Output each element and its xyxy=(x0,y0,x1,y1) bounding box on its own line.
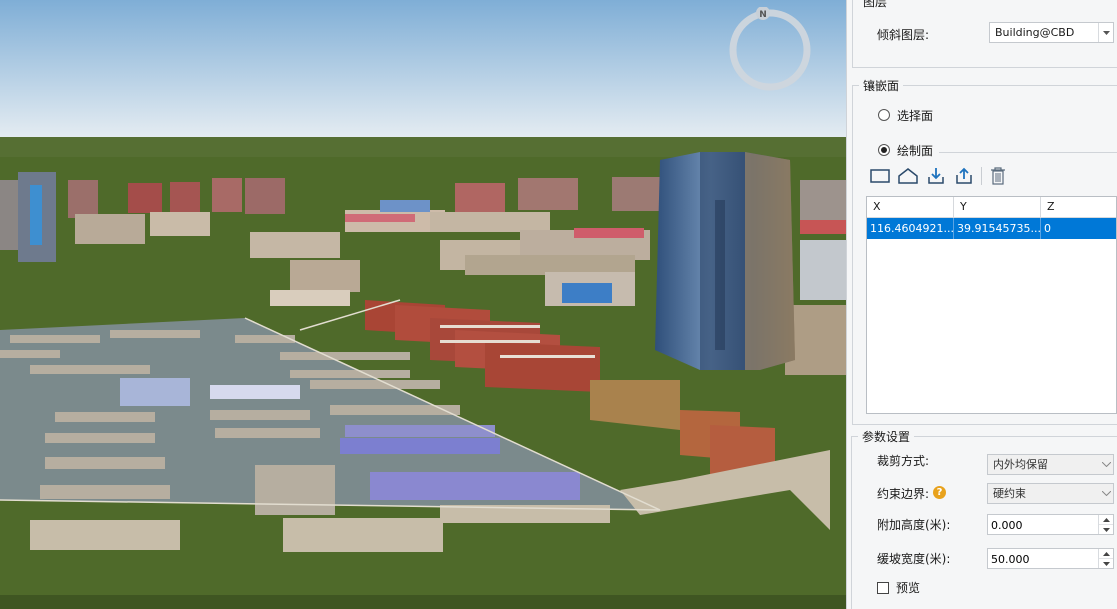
preview-label: 预览 xyxy=(896,581,921,595)
decrement-button[interactable] xyxy=(1099,525,1113,534)
inlay-face-group-title: 镶嵌面 xyxy=(859,77,904,94)
vertex-coordinates-table[interactable]: X Y Z 116.4604921... 39.91545735... 0 xyxy=(866,196,1117,414)
slope-width-label: 缓坡宽度(米): xyxy=(877,552,951,566)
rectangle-icon xyxy=(870,169,890,183)
chevron-down-icon[interactable] xyxy=(1099,455,1113,474)
column-header-x[interactable]: X xyxy=(867,197,954,217)
tall-tower xyxy=(655,152,795,370)
draw-rectangle-button[interactable] xyxy=(868,164,892,188)
3d-scene-viewport[interactable]: N xyxy=(0,0,846,609)
clip-mode-select[interactable]: 内外均保留 xyxy=(987,454,1114,475)
params-group-title: 参数设置 xyxy=(858,428,915,445)
import-button[interactable] xyxy=(924,164,948,188)
oblique-layer-label: 倾斜图层: xyxy=(877,28,930,42)
polygon-icon xyxy=(898,168,918,184)
extra-height-input[interactable] xyxy=(988,515,1098,536)
column-header-y[interactable]: Y xyxy=(954,197,1041,217)
column-header-z[interactable]: Z xyxy=(1041,197,1117,217)
chevron-down-icon[interactable] xyxy=(1098,23,1113,42)
compass-ring-icon: N xyxy=(729,7,811,91)
slope-width-spinbox[interactable] xyxy=(987,548,1114,570)
layer-group-title: 图层 xyxy=(859,0,892,10)
export-button[interactable] xyxy=(952,164,976,188)
constraint-select[interactable]: 硬约束 xyxy=(987,483,1114,504)
select-face-label: 选择面 xyxy=(897,109,934,123)
constraint-label: 约束边界: xyxy=(877,487,930,501)
draw-polygon-button[interactable] xyxy=(896,164,920,188)
scene-canvas xyxy=(0,0,846,609)
slope-width-input[interactable] xyxy=(988,549,1098,570)
import-icon xyxy=(928,168,944,184)
delete-icon xyxy=(991,167,1005,185)
compass-north-label: N xyxy=(759,10,767,20)
draw-face-label: 绘制面 xyxy=(897,144,934,158)
triangle-up-icon xyxy=(1102,517,1110,522)
extra-height-spinbox[interactable] xyxy=(987,514,1114,536)
triangle-down-icon xyxy=(1102,561,1110,566)
draw-face-radio[interactable] xyxy=(878,144,890,156)
increment-button[interactable] xyxy=(1099,549,1113,559)
oblique-layer-value: Building@CBD xyxy=(995,26,1075,39)
decrement-button[interactable] xyxy=(1099,559,1113,568)
triangle-up-icon xyxy=(1102,551,1110,556)
constraint-value: 硬约束 xyxy=(993,487,1026,500)
increment-button[interactable] xyxy=(1099,515,1113,525)
sky xyxy=(0,0,846,140)
triangle-down-icon xyxy=(1102,527,1110,532)
clip-mode-value: 内外均保留 xyxy=(993,458,1048,471)
compass-widget[interactable]: N xyxy=(727,7,813,93)
cell-y[interactable]: 39.91545735... xyxy=(954,218,1041,239)
preview-checkbox[interactable] xyxy=(877,582,889,594)
extra-height-label: 附加高度(米): xyxy=(877,518,951,532)
help-icon[interactable]: ? xyxy=(933,486,946,499)
oblique-layer-select[interactable]: Building@CBD xyxy=(989,22,1114,43)
export-icon xyxy=(956,167,972,184)
table-header: X Y Z xyxy=(867,197,1116,218)
cell-x[interactable]: 116.4604921... xyxy=(867,218,954,239)
chevron-down-icon[interactable] xyxy=(1099,484,1113,503)
cell-z[interactable]: 0 xyxy=(1041,218,1117,239)
select-face-radio[interactable] xyxy=(878,109,890,121)
clip-mode-label: 裁剪方式: xyxy=(877,454,930,468)
table-row[interactable]: 116.4604921... 39.91545735... 0 xyxy=(867,218,1116,239)
delete-button[interactable] xyxy=(986,164,1010,188)
